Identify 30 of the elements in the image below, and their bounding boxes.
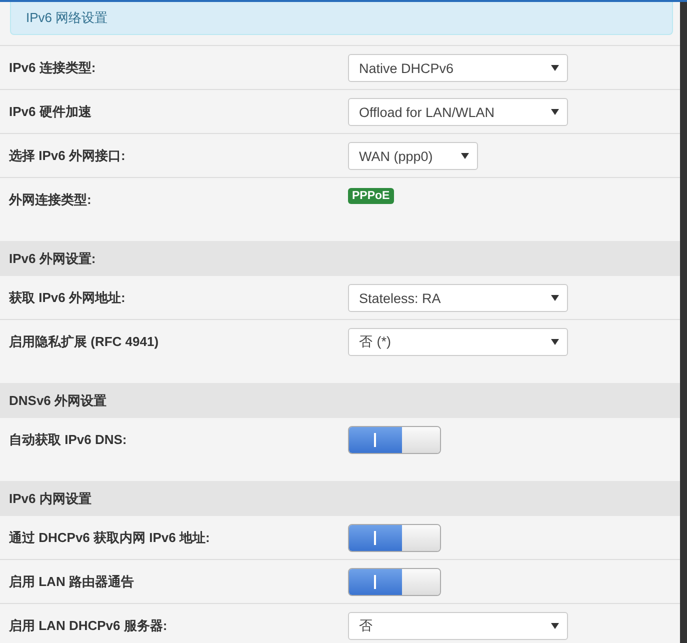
field-label: 启用 LAN 路由器通告 bbox=[9, 573, 135, 591]
dropdown-select[interactable]: 否 (*) bbox=[348, 328, 568, 356]
status-badge: PPPoE bbox=[348, 188, 394, 204]
field-label: 获取 IPv6 外网地址: bbox=[9, 289, 126, 307]
dropdown-select[interactable]: Stateless: RA bbox=[348, 284, 568, 312]
dropdown-select[interactable]: WAN (ppp0) bbox=[348, 142, 478, 170]
field-label: 启用隐私扩展 (RFC 4941) bbox=[9, 333, 160, 351]
dropdown-select[interactable]: Native DHCPv6 bbox=[348, 54, 568, 82]
toggle-switch[interactable] bbox=[348, 524, 441, 552]
field-label: 通过 DHCPv6 获取内网 IPv6 地址: bbox=[9, 529, 211, 547]
dropdown-select[interactable]: 否 bbox=[348, 612, 568, 640]
banner-title: IPv6 网络设置 bbox=[26, 9, 108, 27]
caret-icon bbox=[551, 65, 559, 71]
section-title: IPv6 外网设置: bbox=[9, 250, 96, 268]
field-label: 启用 LAN DHCPv6 服务器: bbox=[9, 617, 168, 635]
dropdown-select[interactable]: Offload for LAN/WLAN bbox=[348, 98, 568, 126]
caret-icon bbox=[551, 295, 559, 301]
caret-icon bbox=[461, 153, 469, 159]
field-label: 自动获取 IPv6 DNS: bbox=[9, 431, 128, 449]
caret-icon bbox=[551, 109, 559, 115]
toggle-switch[interactable] bbox=[348, 568, 441, 596]
field-label: IPv6 硬件加速 bbox=[9, 103, 92, 121]
section-title: IPv6 内网设置 bbox=[9, 490, 92, 508]
caret-icon bbox=[551, 339, 559, 345]
toggle-switch[interactable] bbox=[348, 426, 441, 454]
caret-icon bbox=[551, 623, 559, 629]
section-title: DNSv6 外网设置 bbox=[9, 392, 107, 410]
field-label: 选择 IPv6 外网接口: bbox=[9, 147, 126, 165]
field-label: IPv6 连接类型: bbox=[9, 59, 97, 77]
field-label: 外网连接类型: bbox=[9, 191, 92, 209]
